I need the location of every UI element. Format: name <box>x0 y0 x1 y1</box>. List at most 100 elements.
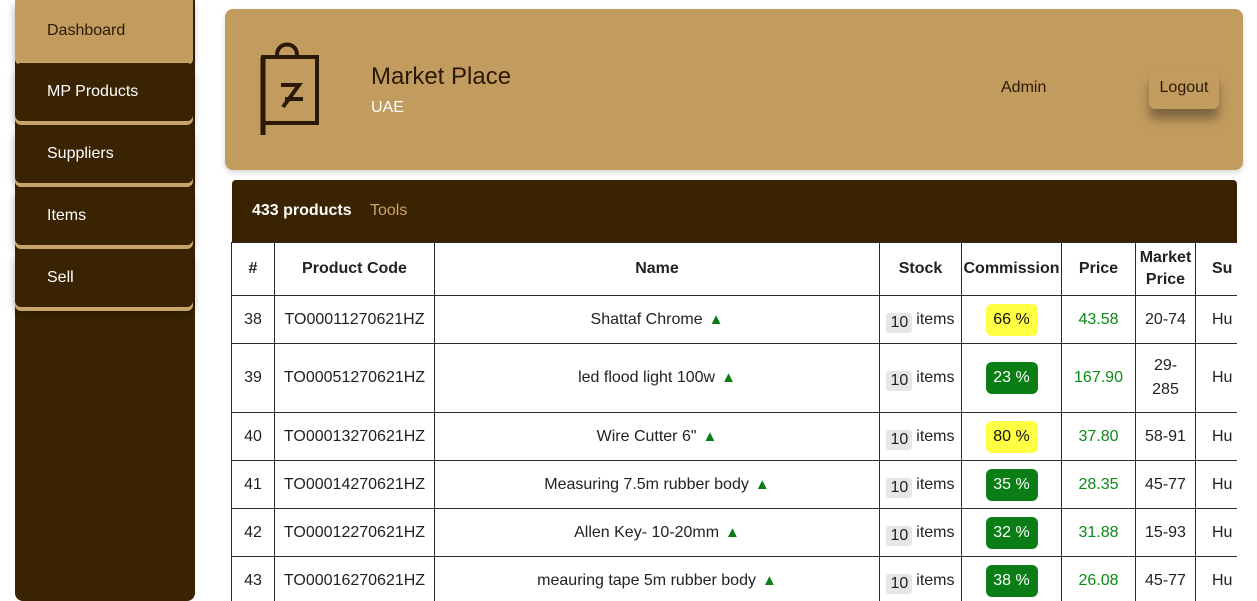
product-code: TO00051270621HZ <box>274 343 435 413</box>
header: Market Place UAE Admin Logout <box>225 9 1243 170</box>
column-header-price[interactable]: Price <box>1061 242 1136 296</box>
commission-badge: 38 % <box>985 564 1038 597</box>
supplier: Hu <box>1195 460 1237 509</box>
product-name[interactable]: meauring tape 5m rubber body <box>537 572 756 589</box>
stock-unit: items <box>916 369 955 386</box>
sidebar-item-label: Items <box>47 207 87 224</box>
sidebar-item-label: MP Products <box>47 83 139 100</box>
triangle-up-icon: ▲ <box>761 571 777 589</box>
triangle-up-icon: ▲ <box>702 427 718 445</box>
column-header-name[interactable]: Name <box>434 242 880 296</box>
row-number: 40 <box>231 412 275 461</box>
product-name[interactable]: Wire Cutter 6" <box>597 428 697 445</box>
table-row[interactable]: 38 TO00011270621HZ Shattaf Chrome ▲ 10 items 6… <box>231 295 1237 344</box>
stock-cell: 10 items <box>879 508 962 557</box>
product-code: TO00013270621HZ <box>274 412 435 461</box>
row-number: 43 <box>231 556 275 601</box>
sidebar-item-label: Dashboard <box>47 21 126 39</box>
app-title: Market Place <box>371 63 512 90</box>
supplier: Hu <box>1195 343 1237 413</box>
row-number: 41 <box>231 460 275 509</box>
column-header-product-code[interactable]: Product Code <box>274 242 435 296</box>
price: 28.35 <box>1061 460 1136 509</box>
product-name[interactable]: led flood light 100w <box>578 369 715 386</box>
product-name[interactable]: Shattaf Chrome <box>591 311 703 328</box>
triangle-up-icon: ▲ <box>754 475 770 493</box>
stock-cell: 10 items <box>879 412 962 461</box>
column-header-commission[interactable]: Commission <box>961 242 1062 296</box>
market-price: 58-91 <box>1135 412 1196 461</box>
stock-quantity: 10 <box>886 312 913 333</box>
table-row[interactable]: 43 TO00016270621HZ meauring tape 5m rubber… <box>231 556 1237 601</box>
table-row[interactable]: 40 TO00013270621HZ Wire Cutter 6" ▲ 10 items 8… <box>231 412 1237 461</box>
product-name-cell: meauring tape 5m rubber body ▲ <box>434 556 880 601</box>
stock-unit: items <box>916 571 955 589</box>
stock-cell: 10 items <box>879 460 962 509</box>
price: 167.90 <box>1061 343 1136 413</box>
market-price-label: Market Price <box>1139 249 1192 288</box>
sidebar-item-items[interactable]: Items <box>15 187 193 245</box>
product-name-cell: Allen Key- 10-20mm ▲ <box>434 508 880 557</box>
stock-unit: items <box>916 427 955 445</box>
column-header-stock[interactable]: Stock <box>879 242 962 296</box>
commission-badge: 35 % <box>985 468 1038 501</box>
market-price: 45-77 <box>1135 556 1196 601</box>
region-label: UAE <box>371 99 404 116</box>
triangle-up-icon: ▲ <box>708 310 724 328</box>
commission-badge: 32 % <box>985 516 1038 549</box>
market-price: 15-93 <box>1135 508 1196 557</box>
commission-cell: 80 % <box>961 412 1062 461</box>
product-code: TO00016270621HZ <box>274 556 435 601</box>
column-header-supplier[interactable]: Su <box>1195 242 1237 296</box>
market-price: 45-77 <box>1135 460 1196 509</box>
column-header-number[interactable]: # <box>231 242 275 296</box>
price: 26.08 <box>1061 556 1136 601</box>
logout-button[interactable]: Logout <box>1149 71 1219 109</box>
stock-cell: 10 items <box>879 295 962 344</box>
product-name-cell: Shattaf Chrome ▲ <box>434 295 880 344</box>
commission-cell: 38 % <box>961 556 1062 601</box>
stock-unit: items <box>916 475 955 493</box>
commission-cell: 23 % <box>961 343 1062 413</box>
sidebar-item-suppliers[interactable]: Suppliers <box>15 125 193 183</box>
stock-unit: items <box>916 523 955 541</box>
products-toolbar: 433 products Tools <box>232 180 1237 242</box>
category-link-tools[interactable]: Tools <box>370 202 407 220</box>
table-header-row: # Product Code Name Stock Commission Pri… <box>231 242 1237 296</box>
product-code: TO00012270621HZ <box>274 508 435 557</box>
row-number: 38 <box>231 295 275 344</box>
commission-badge: 23 % <box>985 362 1038 394</box>
price: 37.80 <box>1061 412 1136 461</box>
stock-unit: items <box>916 310 955 328</box>
product-count: 433 products <box>252 202 352 219</box>
supplier: Hu <box>1195 412 1237 461</box>
user-name[interactable]: Admin <box>1001 79 1046 97</box>
column-header-market-price[interactable]: Market Price <box>1135 242 1196 296</box>
product-name[interactable]: Allen Key- 10-20mm <box>574 524 719 541</box>
price: 43.58 <box>1061 295 1136 344</box>
products-table: # Product Code Name Stock Commission Pri… <box>231 242 1237 601</box>
product-name[interactable]: Measuring 7.5m rubber body <box>544 476 749 493</box>
stock-quantity: 10 <box>886 477 913 498</box>
sidebar-item-mp-products[interactable]: MP Products <box>15 63 193 121</box>
sidebar-item-dashboard[interactable]: Dashboard <box>15 0 193 61</box>
supplier: Hu <box>1195 295 1237 344</box>
market-price: 29- 285 <box>1135 343 1196 413</box>
triangle-up-icon: ▲ <box>725 523 740 541</box>
stock-cell: 10 items <box>879 343 962 413</box>
table-row[interactable]: 39 TO00051270621HZ led flood light 100w ▲ 10… <box>231 343 1237 413</box>
sidebar-item-label: Sell <box>47 269 74 286</box>
product-name-cell: Wire Cutter 6" ▲ <box>434 412 880 461</box>
product-code: TO00014270621HZ <box>274 460 435 509</box>
supplier: Hu <box>1195 508 1237 557</box>
shopping-bag-icon <box>260 42 319 135</box>
market-price: 20-74 <box>1135 295 1196 344</box>
supplier: Hu <box>1195 556 1237 601</box>
sidebar-item-sell[interactable]: Sell <box>15 249 193 307</box>
commission-cell: 32 % <box>961 508 1062 557</box>
stock-quantity: 10 <box>886 525 913 546</box>
table-row[interactable]: 42 TO00012270621HZ Allen Key- 10-20mm ▲ 10 it… <box>231 508 1237 557</box>
table-row[interactable]: 41 TO00014270621HZ Measuring 7.5m rubber b… <box>231 460 1237 509</box>
price: 31.88 <box>1061 508 1136 557</box>
commission-badge: 80 % <box>985 420 1038 453</box>
